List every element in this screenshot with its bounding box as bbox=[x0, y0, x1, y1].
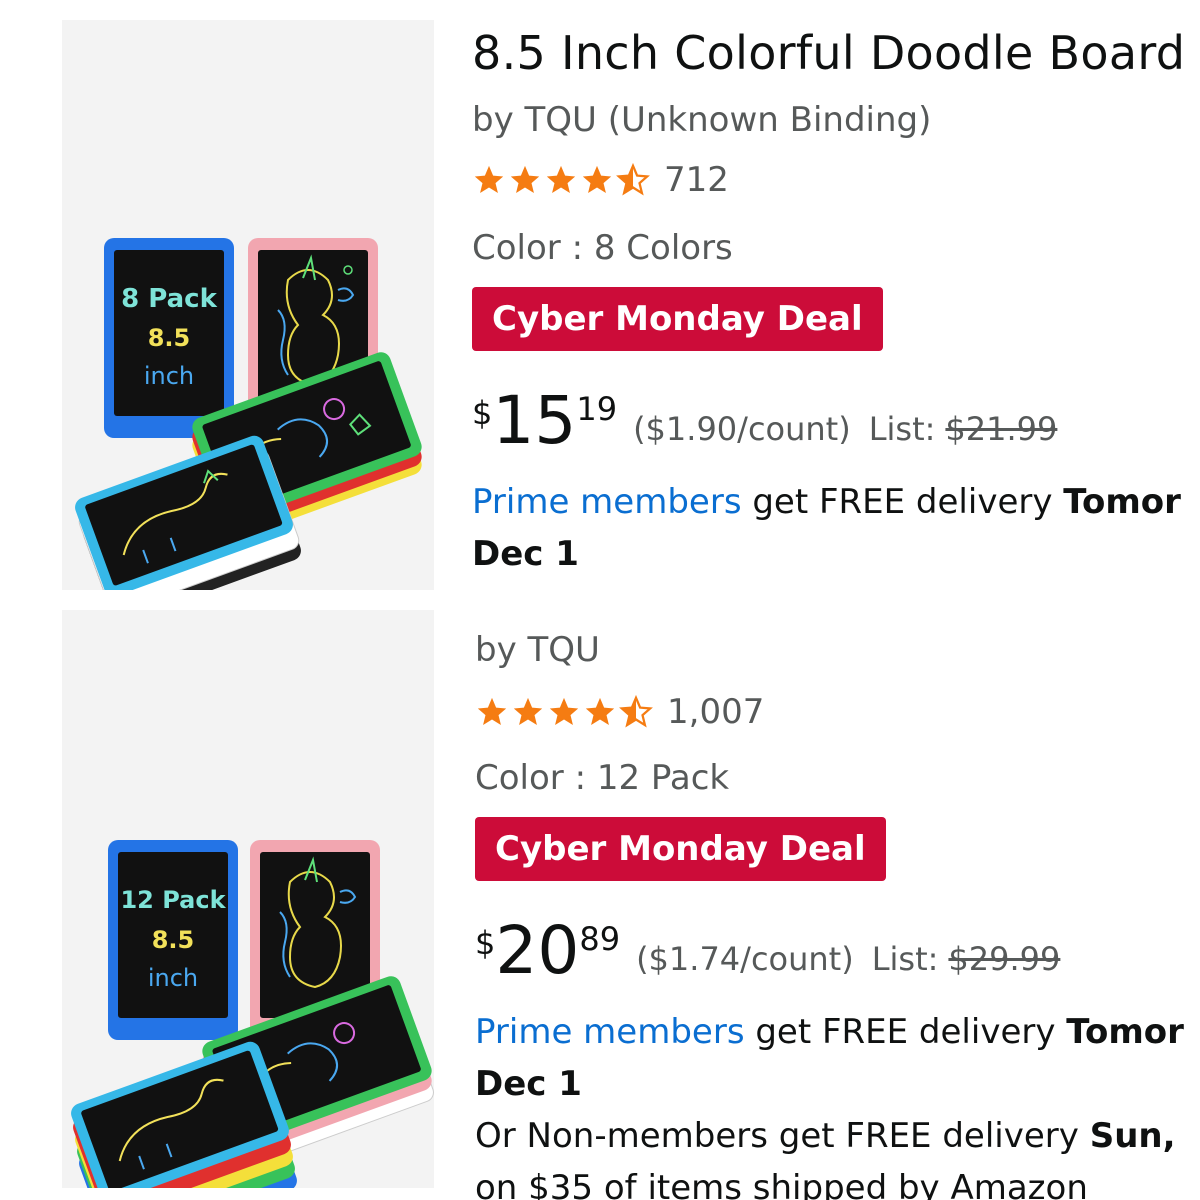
price-whole: 20 bbox=[495, 912, 580, 989]
star-icon bbox=[474, 165, 504, 194]
delivery-day: Tomor bbox=[1066, 1012, 1184, 1052]
price-currency: $ bbox=[475, 924, 496, 962]
product-byline: by TQU (Unknown Binding) bbox=[472, 100, 932, 140]
half-star-icon bbox=[619, 695, 653, 728]
variant-label: Color : 8 Colors bbox=[472, 228, 733, 268]
star-icon bbox=[513, 697, 543, 726]
size-label: 8.5 bbox=[151, 926, 195, 954]
rating[interactable]: 1,007 bbox=[475, 692, 764, 732]
price-currency: $ bbox=[472, 394, 493, 432]
nonmember-day: Sun, bbox=[1089, 1116, 1176, 1156]
delivery-date-line: Dec 1 bbox=[472, 534, 579, 574]
product-byline: by TQU bbox=[475, 630, 600, 670]
delivery-text: get FREE delivery bbox=[741, 482, 1064, 522]
delivery-date-line: Dec 1 bbox=[475, 1064, 582, 1104]
star-rating bbox=[475, 695, 653, 729]
delivery-date: Dec 1 bbox=[475, 1064, 582, 1104]
nonmember-delivery: Or Non-members get FREE delivery Sun, bbox=[475, 1116, 1176, 1156]
list-price: $21.99 bbox=[945, 410, 1058, 448]
star-icon bbox=[546, 165, 576, 194]
product-card[interactable]: 8 Pack 8.5 inch 8.5 Inch Colorful Doodle… bbox=[0, 0, 1200, 592]
unit-price: ($1.74/count) bbox=[636, 940, 854, 978]
delivery-date: Dec 1 bbox=[472, 534, 579, 574]
star-icon bbox=[510, 165, 540, 194]
delivery-info: Prime members get FREE delivery Tomor bbox=[475, 1012, 1184, 1052]
size-label: 8.5 bbox=[147, 324, 191, 352]
tablet-illustration: 12 Pack 8.5 inch bbox=[108, 840, 238, 1040]
deal-badge: Cyber Monday Deal bbox=[472, 287, 883, 351]
half-star-icon bbox=[616, 163, 650, 196]
prime-members-link[interactable]: Prime members bbox=[472, 482, 742, 522]
list-price-label: List: bbox=[871, 940, 939, 978]
product-title[interactable]: 8.5 Inch Colorful Doodle Board bbox=[472, 26, 1185, 80]
pack-label: 8 Pack bbox=[121, 284, 217, 314]
prime-members-link[interactable]: Prime members bbox=[475, 1012, 745, 1052]
price: $ 20 89 ($1.74/count) List: $29.99 bbox=[475, 918, 1060, 984]
nonmember-text: Or Non-members get FREE delivery bbox=[475, 1116, 1090, 1156]
product-card[interactable]: 12 Pack 8.5 inch by TQU 1,007 Color: 12… bbox=[0, 608, 1200, 1200]
deal-badge: Cyber Monday Deal bbox=[475, 817, 886, 881]
star-icon bbox=[549, 697, 579, 726]
list-price-label: List: bbox=[868, 410, 936, 448]
size-unit-label: inch bbox=[143, 362, 195, 390]
list-price: $29.99 bbox=[948, 940, 1061, 978]
shipping-threshold: on $35 of items shipped by Amazon bbox=[475, 1168, 1088, 1200]
star-icon bbox=[477, 697, 507, 726]
price-whole: 15 bbox=[492, 382, 577, 459]
price: $ 15 19 ($1.90/count) List: $21.99 bbox=[472, 388, 1057, 454]
delivery-text: get FREE delivery bbox=[744, 1012, 1067, 1052]
rating-count: 712 bbox=[664, 160, 729, 200]
star-icon bbox=[585, 697, 615, 726]
pack-label: 12 Pack bbox=[120, 886, 226, 914]
star-icon bbox=[582, 165, 612, 194]
product-image[interactable]: 8 Pack 8.5 inch bbox=[62, 20, 434, 590]
tablet-illustration: 8 Pack 8.5 inch bbox=[104, 238, 234, 438]
price-fraction: 89 bbox=[579, 920, 621, 958]
rating-count: 1,007 bbox=[667, 692, 765, 732]
variant-label: Color : 12 Pack bbox=[475, 758, 730, 798]
size-unit-label: inch bbox=[147, 964, 199, 992]
price-fraction: 19 bbox=[576, 390, 618, 428]
unit-price: ($1.90/count) bbox=[633, 410, 851, 448]
product-image[interactable]: 12 Pack 8.5 inch bbox=[62, 610, 434, 1188]
rating[interactable]: 712 bbox=[472, 160, 729, 200]
star-rating bbox=[472, 163, 650, 197]
delivery-info: Prime members get FREE delivery Tomor bbox=[472, 482, 1181, 522]
delivery-day: Tomor bbox=[1063, 482, 1181, 522]
